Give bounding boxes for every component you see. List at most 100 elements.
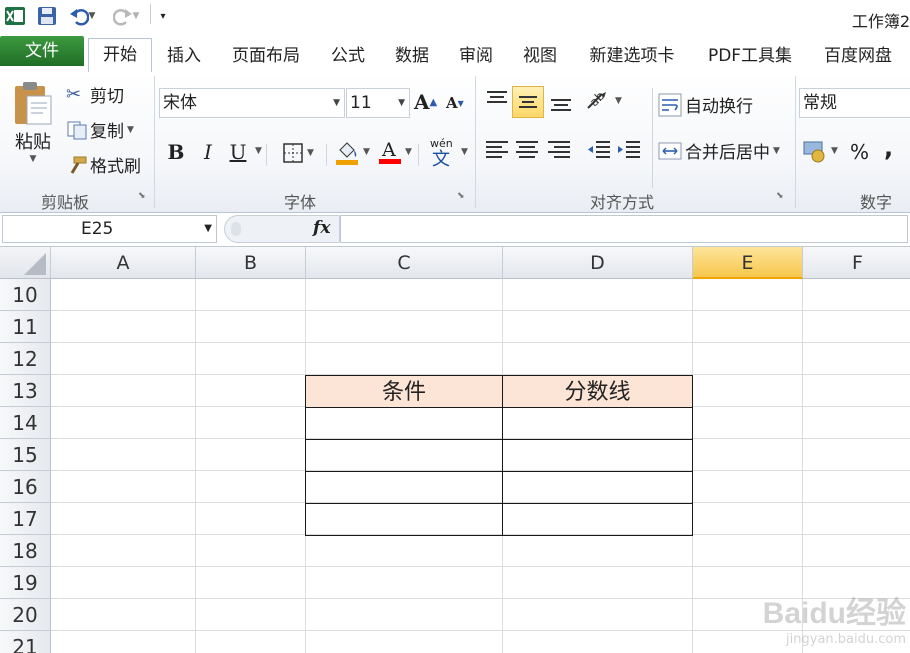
font-color-icon: A [379,139,401,164]
row-header-10[interactable]: 10 [0,279,51,311]
paste-dropdown-icon[interactable]: ▼ [30,154,37,164]
ribbon-home: 粘贴 ▼ ✂ 剪切 复制 ▼ 格式刷 剪贴板 ⬊ 宋体 ▼ 11 ▼ A ▲ A ▼… [0,72,910,213]
borders-icon [283,143,303,163]
row-header-19[interactable]: 19 [0,567,51,599]
number-format-combo[interactable]: 常规 [799,88,910,118]
copy-button[interactable]: 复制 ▼ [66,117,134,142]
customize-toolbar-icon[interactable]: ▾ [156,4,170,28]
italic-button[interactable]: I [194,137,222,167]
insert-function-icon[interactable]: fx [313,218,330,238]
increase-indent-icon[interactable] [616,138,642,162]
align-center-icon[interactable] [514,138,540,162]
tab-view[interactable]: 视图 [514,41,566,71]
table-cell[interactable] [502,503,693,536]
row-header-14[interactable]: 14 [0,407,51,439]
table-cell[interactable] [305,471,503,504]
align-left-icon[interactable] [484,138,510,162]
tab-data[interactable]: 数据 [386,41,438,71]
merge-center-button[interactable]: 合并后居中 ▼ [658,138,780,163]
row-header-21[interactable]: 21 [0,631,51,653]
font-color-button[interactable]: A ▼ [378,138,412,166]
borders-button[interactable]: ▼ [282,142,314,164]
table-header-condition[interactable]: 条件 [305,375,503,408]
row-header-11[interactable]: 11 [0,311,51,343]
column-header-d[interactable]: D [503,247,693,279]
tab-home[interactable]: 开始 [88,38,152,73]
wrap-text-icon [658,93,682,116]
redo-icon[interactable]: ▼ [108,4,144,28]
tab-formulas[interactable]: 公式 [322,41,374,71]
formula-input[interactable] [340,215,908,243]
chevron-down-icon[interactable]: ▼ [204,223,212,234]
column-header-a[interactable]: A [51,247,196,279]
row-header-15[interactable]: 15 [0,439,51,471]
fill-color-button[interactable]: ▼ [334,138,370,166]
underline-button[interactable]: U [224,137,252,167]
watermark-url: jingyan.baidu.com [786,632,906,647]
tab-baidu-netdisk[interactable]: 百度网盘 [814,41,902,71]
alignment-group-label: 对齐方式 [589,193,654,212]
resize-handle-icon[interactable] [231,222,241,236]
alignment-launcher-icon[interactable]: ⬊ [776,191,786,201]
font-size-combo[interactable]: 11 ▼ [346,88,410,118]
align-middle-icon[interactable] [512,86,544,118]
worksheet-grid[interactable]: A B C D E F 10 11 12 13 14 15 16 17 18 1… [0,247,910,653]
undo-icon[interactable]: ▼ [64,4,100,28]
copy-label: 复制 [90,122,124,142]
row-header-18[interactable]: 18 [0,535,51,567]
row-header-13[interactable]: 13 [0,375,51,407]
bold-button[interactable]: B [162,137,190,167]
table-cell[interactable] [305,503,503,536]
save-icon[interactable] [34,4,60,28]
tab-review[interactable]: 审阅 [450,41,502,71]
font-launcher-icon[interactable]: ⬊ [457,191,467,201]
orientation-button[interactable]: ab ▼ [584,88,622,114]
align-bottom-icon[interactable] [548,88,574,114]
row-header-20[interactable]: 20 [0,599,51,631]
align-right-icon[interactable] [546,138,572,162]
comma-style-button[interactable]: , [884,134,893,162]
table-cell[interactable] [502,407,693,440]
shrink-font-icon[interactable]: A ▼ [446,94,464,112]
table-cell[interactable] [305,439,503,472]
column-header-b[interactable]: B [196,247,306,279]
cut-button[interactable]: ✂ 剪切 [66,82,124,107]
underline-dropdown-icon[interactable]: ▼ [252,146,262,156]
format-painter-button[interactable]: 格式刷 [66,152,141,177]
accounting-format-button[interactable]: ▼ [802,138,838,164]
name-box[interactable]: E25 ▼ [2,215,217,243]
fill-bucket-icon [336,142,358,165]
tab-file[interactable]: 文件 [0,36,84,66]
column-header-f[interactable]: F [803,247,910,279]
column-header-c[interactable]: C [306,247,503,279]
cut-label: 剪切 [90,87,124,107]
clipboard-launcher-icon[interactable]: ⬊ [138,191,148,201]
wrap-text-button[interactable]: 自动换行 [658,92,753,117]
tab-pdf-tools[interactable]: PDF工具集 [698,41,802,71]
quick-access-toolbar: ▼ ▼ ▾ 工作簿2 [0,0,910,36]
grow-font-icon[interactable]: A ▲ [414,90,437,114]
tab-insert[interactable]: 插入 [158,41,210,71]
formula-controls: fx [224,215,340,243]
copy-dropdown-icon[interactable]: ▼ [127,125,134,135]
percent-button[interactable]: % [850,140,869,164]
table-cell[interactable] [305,407,503,440]
excel-logo-icon[interactable] [2,4,28,28]
row-header-12[interactable]: 12 [0,343,51,375]
table-cell[interactable] [502,471,693,504]
tab-page-layout[interactable]: 页面布局 [222,41,310,71]
table-header-score-line[interactable]: 分数线 [502,375,693,408]
select-all-corner[interactable] [0,247,51,279]
row-header-16[interactable]: 16 [0,471,51,503]
align-top-icon[interactable] [484,88,510,114]
table-cell[interactable] [502,439,693,472]
column-header-e[interactable]: E [693,247,803,279]
tab-new-tab[interactable]: 新建选项卡 [580,41,684,71]
font-size-value: 11 [350,93,372,113]
phonetic-guide-button[interactable]: wén 文 ▼ [428,136,468,168]
font-group-label: 字体 [283,193,316,212]
font-name-combo[interactable]: 宋体 ▼ [159,88,345,118]
row-header-17[interactable]: 17 [0,503,51,535]
decrease-indent-icon[interactable] [586,138,612,162]
paste-button[interactable]: 粘贴 ▼ [8,78,58,164]
